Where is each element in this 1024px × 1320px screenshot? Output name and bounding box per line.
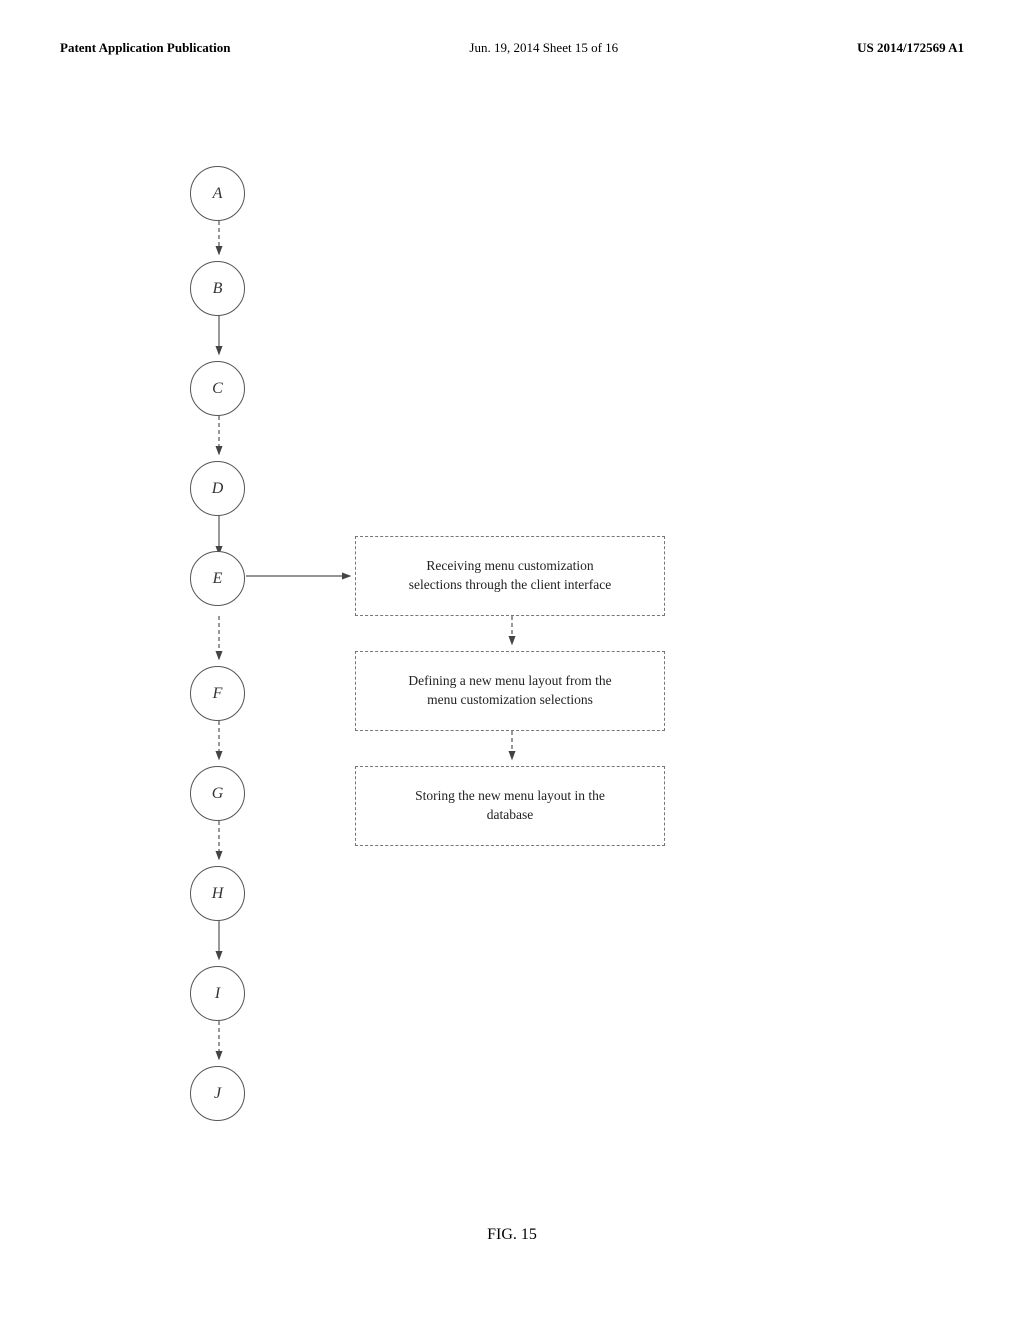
node-C: C — [190, 361, 245, 416]
header-left: Patent Application Publication — [60, 40, 230, 56]
box-receiving: Receiving menu customization selections … — [355, 536, 665, 616]
node-G: G — [190, 766, 245, 821]
page-header: Patent Application Publication Jun. 19, … — [60, 40, 964, 56]
node-A: A — [190, 166, 245, 221]
node-D: D — [190, 461, 245, 516]
header-right: US 2014/172569 A1 — [857, 40, 964, 56]
box-defining: Defining a new menu layout from the menu… — [355, 651, 665, 731]
node-I: I — [190, 966, 245, 1021]
header-center: Jun. 19, 2014 Sheet 15 of 16 — [469, 40, 618, 56]
page: Patent Application Publication Jun. 19, … — [0, 0, 1024, 1320]
node-H: H — [190, 866, 245, 921]
node-B: B — [190, 261, 245, 316]
box-storing: Storing the new menu layout in the datab… — [355, 766, 665, 846]
node-J: J — [190, 1066, 245, 1121]
figure-caption: FIG. 15 — [60, 1226, 964, 1244]
node-E: E — [190, 551, 245, 606]
node-F: F — [190, 666, 245, 721]
diagram-area: A B C D E F G H I J Receiving menu — [60, 106, 964, 1206]
